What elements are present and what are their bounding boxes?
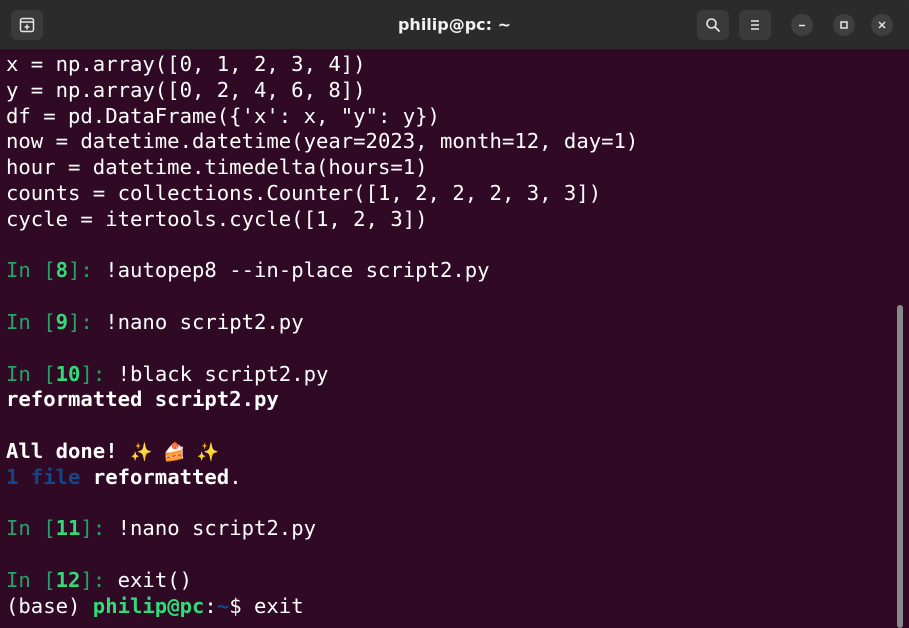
terminal-text-segment: 11	[55, 516, 81, 541]
scrollbar[interactable]	[893, 50, 909, 628]
terminal-lines: x = np.array([0, 1, 2, 3, 4]) y = np.arra…	[6, 52, 638, 620]
terminal-text-segment: hour = datetime.timedelta(hours=1)	[6, 155, 428, 180]
terminal-text-segment: df = pd.DataFrame({'x': x, "y": y})	[6, 103, 440, 128]
terminal-line: In [9]: !nano script2.py	[6, 310, 638, 336]
search-button[interactable]	[697, 10, 729, 40]
terminal-line: (base) philip@pc:~$ exit	[6, 594, 638, 620]
close-icon	[878, 21, 886, 29]
terminal-line: In [10]: !black script2.py	[6, 362, 638, 388]
terminal-text-segment: :	[204, 593, 217, 618]
terminal-text-segment: ]:	[68, 309, 106, 334]
terminal-text-segment: x = np.array([0, 1, 2, 3, 4])	[6, 52, 366, 76]
title-bar: philip@pc: ~	[0, 0, 909, 50]
terminal-line: counts = collections.Counter([1, 2, 2, 2…	[6, 181, 638, 207]
terminal-text-segment: $ exit	[229, 593, 304, 618]
terminal-line: cycle = itertools.cycle([1, 2, 3])	[6, 207, 638, 233]
terminal-line: In [12]: exit()	[6, 568, 638, 594]
terminal-text-segment: y = np.array([0, 2, 4, 6, 8])	[6, 77, 366, 102]
terminal-text-segment: In [	[6, 361, 56, 386]
terminal-line: reformatted script2.py	[6, 387, 638, 413]
terminal-line: now = datetime.datetime(year=2023, month…	[6, 129, 638, 155]
terminal-line: x = np.array([0, 1, 2, 3, 4])	[6, 52, 638, 78]
terminal-text-segment: ]:	[80, 516, 118, 541]
terminal-line: y = np.array([0, 2, 4, 6, 8])	[6, 78, 638, 104]
terminal-text-segment: (base)	[6, 593, 93, 618]
terminal-line: In [8]: !autopep8 --in-place script2.py	[6, 258, 638, 284]
minimize-icon	[799, 24, 805, 27]
terminal-text-segment: In [	[6, 309, 56, 334]
terminal-text-segment: In [	[6, 516, 56, 541]
terminal-text-segment: ~	[216, 593, 230, 618]
minimize-button[interactable]	[791, 14, 813, 36]
scrollbar-thumb[interactable]	[897, 305, 903, 628]
terminal-text-segment: !nano script2.py	[117, 516, 317, 541]
terminal-text-segment: !black script2.py	[117, 361, 329, 386]
terminal-text-segment: .	[229, 464, 242, 489]
terminal-text-segment: reformatted script2.py	[6, 387, 279, 412]
terminal-text-segment: In [	[6, 258, 56, 283]
terminal-text-segment: 12	[55, 567, 81, 592]
terminal-text-segment: ]:	[80, 361, 118, 386]
terminal-line: All done! ✨ 🍰 ✨	[6, 439, 638, 465]
terminal-output[interactable]: x = np.array([0, 1, 2, 3, 4]) y = np.arra…	[0, 50, 895, 628]
maximize-button[interactable]	[833, 14, 855, 36]
terminal-window: philip@pc: ~ x = np.array([0, 1, 2, 3, 4…	[0, 0, 909, 628]
terminal-text-segment: counts = collections.Counter([1, 2, 2, 2…	[6, 180, 602, 205]
terminal-line: df = pd.DataFrame({'x': x, "y": y})	[6, 104, 638, 130]
terminal-line: 1 file reformatted.	[6, 465, 638, 491]
search-icon	[706, 18, 720, 32]
terminal-text-segment: 10	[55, 361, 81, 386]
hamburger-menu-icon	[751, 20, 759, 30]
terminal-text-segment: !autopep8 --in-place script2.py	[105, 258, 490, 283]
terminal-text-segment: ✨ 🍰 ✨	[130, 441, 219, 463]
close-button[interactable]	[871, 14, 893, 36]
terminal-text-segment: ]:	[80, 567, 118, 592]
terminal-text-segment: now = datetime.datetime(year=2023, month…	[6, 129, 639, 154]
terminal-text-segment: !nano script2.py	[105, 309, 304, 334]
terminal-text-segment: ]:	[68, 258, 106, 283]
terminal-text-segment: 1 file	[6, 464, 81, 489]
menu-button[interactable]	[739, 10, 771, 40]
window-title: philip@pc: ~	[397, 15, 512, 34]
terminal-text-segment: 8	[55, 258, 69, 283]
terminal-text-segment: cycle = itertools.cycle([1, 2, 3])	[6, 206, 428, 231]
terminal-line: hour = datetime.timedelta(hours=1)	[6, 155, 638, 181]
terminal-text-segment: reformatted	[92, 464, 230, 489]
terminal-text-segment: philip@pc	[92, 593, 205, 618]
terminal-text-segment: In [	[6, 567, 56, 592]
terminal-line: In [11]: !nano script2.py	[6, 516, 638, 542]
terminal-text-segment: 9	[55, 309, 69, 334]
terminal-text-segment: exit()	[117, 567, 193, 592]
maximize-icon	[840, 21, 848, 29]
terminal-text-segment: All done!	[6, 438, 130, 463]
